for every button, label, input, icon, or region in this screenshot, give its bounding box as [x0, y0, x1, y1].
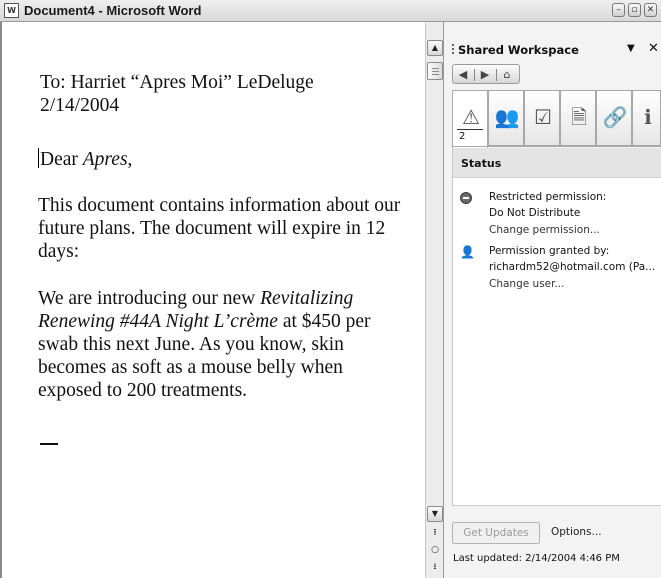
tab-documents[interactable]: 🗎 [560, 90, 596, 146]
status-count: 2 [459, 131, 466, 142]
no-entry-icon [460, 192, 472, 204]
tab-status[interactable]: ⚠ 2 [452, 90, 488, 148]
pane-grip-handle[interactable] [452, 44, 454, 56]
pane-header: Shared Workspace ▼ ✕ [444, 22, 661, 58]
nav-separator [496, 69, 497, 81]
end-of-document-mark [40, 443, 58, 445]
pane-navigation-bar: ◀ ▶ ⌂ [452, 64, 520, 84]
scroll-thumb[interactable] [427, 62, 443, 80]
tab-underline [457, 129, 483, 130]
word-document-icon[interactable]: W [4, 3, 19, 18]
warning-icon: ⚠ [462, 105, 480, 129]
shared-workspace-pane: Shared Workspace ▼ ✕ ◀ ▶ ⌂ ⚠ 2 👥 ☑ 🗎 🔗 ℹ… [444, 22, 661, 578]
home-icon[interactable]: ⌂ [499, 67, 515, 83]
status-panel: Status Restricted permission: Do Not Dis… [452, 148, 661, 506]
links-icon: 🔗 [602, 105, 628, 129]
close-button[interactable]: ✕ [644, 3, 657, 17]
restore-button[interactable]: ▫ [628, 3, 641, 17]
tab-tasks[interactable]: ☑ [524, 90, 560, 146]
permission-granted-label: Permission granted by: [489, 245, 610, 257]
pane-title[interactable]: Shared Workspace [458, 43, 579, 57]
title-bar: W Document4 - Microsoft Word – ▫ ✕ [0, 0, 661, 22]
dropdown-triangle-icon[interactable]: ▼ [627, 43, 635, 54]
salutation[interactable]: Dear Apres, [38, 148, 408, 171]
document-area[interactable]: To: Harriet “Apres Moi” LeDeluge 2/14/20… [0, 22, 425, 578]
get-updates-button[interactable]: Get Updates [452, 522, 540, 544]
salutation-name: Apres [82, 149, 128, 170]
scroll-down-icon: ▼ [431, 509, 439, 518]
tasks-icon: ☑ [534, 105, 552, 129]
window-title: Document4 - Microsoft Word [24, 3, 202, 18]
next-page-button[interactable]: ⭳ [430, 561, 440, 573]
members-icon: 👥 [494, 105, 520, 129]
change-user-link[interactable]: Change user... [489, 278, 565, 290]
last-updated-status: Last updated: 2/14/2004 4:46 PM [453, 553, 620, 564]
salutation-prefix: Dear [40, 149, 83, 170]
status-label: Status [461, 157, 502, 170]
user-permission-icon: 👤 [460, 245, 475, 259]
minimize-button[interactable]: – [612, 3, 625, 17]
scroll-up-button[interactable]: ▲ [427, 40, 443, 56]
forward-icon[interactable]: ▶ [477, 67, 493, 83]
previous-page-icon: ⭱ [433, 528, 437, 538]
browse-object-icon: ○ [431, 545, 439, 555]
next-page-icon: ⭳ [433, 562, 437, 572]
change-permission-link[interactable]: Change permission... [489, 224, 600, 236]
tab-links[interactable]: 🔗 [596, 90, 632, 146]
tab-information[interactable]: ℹ [632, 90, 661, 146]
status-header: Status [453, 148, 661, 178]
back-icon[interactable]: ◀ [455, 67, 471, 83]
permission-granted-value: richardm52@hotmail.com (Pa... [489, 261, 656, 273]
options-link[interactable]: Options... [551, 526, 602, 538]
scroll-down-button[interactable]: ▼ [427, 506, 443, 522]
information-icon: ℹ [644, 105, 652, 129]
restricted-permission-value: Do Not Distribute [489, 207, 581, 219]
paragraph-product-start: We are introducing our new [38, 288, 261, 309]
nav-separator [474, 69, 475, 81]
date-line[interactable]: 2/14/2004 [40, 94, 410, 117]
pane-close-icon[interactable]: ✕ [648, 41, 659, 56]
paragraph-product[interactable]: We are introducing our new Revitalizing … [38, 287, 408, 402]
restricted-permission-label: Restricted permission: [489, 191, 607, 203]
tabs-baseline [452, 146, 661, 147]
paragraph-intro[interactable]: This document contains information about… [38, 194, 408, 263]
select-browse-object-button[interactable]: ○ [430, 544, 440, 556]
salutation-suffix: , [127, 149, 133, 170]
text-cursor [38, 148, 39, 168]
documents-icon: 🗎 [570, 105, 588, 129]
previous-page-button[interactable]: ⭱ [430, 527, 440, 539]
scroll-up-icon: ▲ [431, 43, 439, 52]
tab-members[interactable]: 👥 [488, 90, 524, 146]
recipient-line[interactable]: To: Harriet “Apres Moi” LeDeluge [40, 71, 410, 94]
vertical-scrollbar[interactable]: ▲ ▼ ⭱ ○ ⭳ [425, 22, 444, 578]
